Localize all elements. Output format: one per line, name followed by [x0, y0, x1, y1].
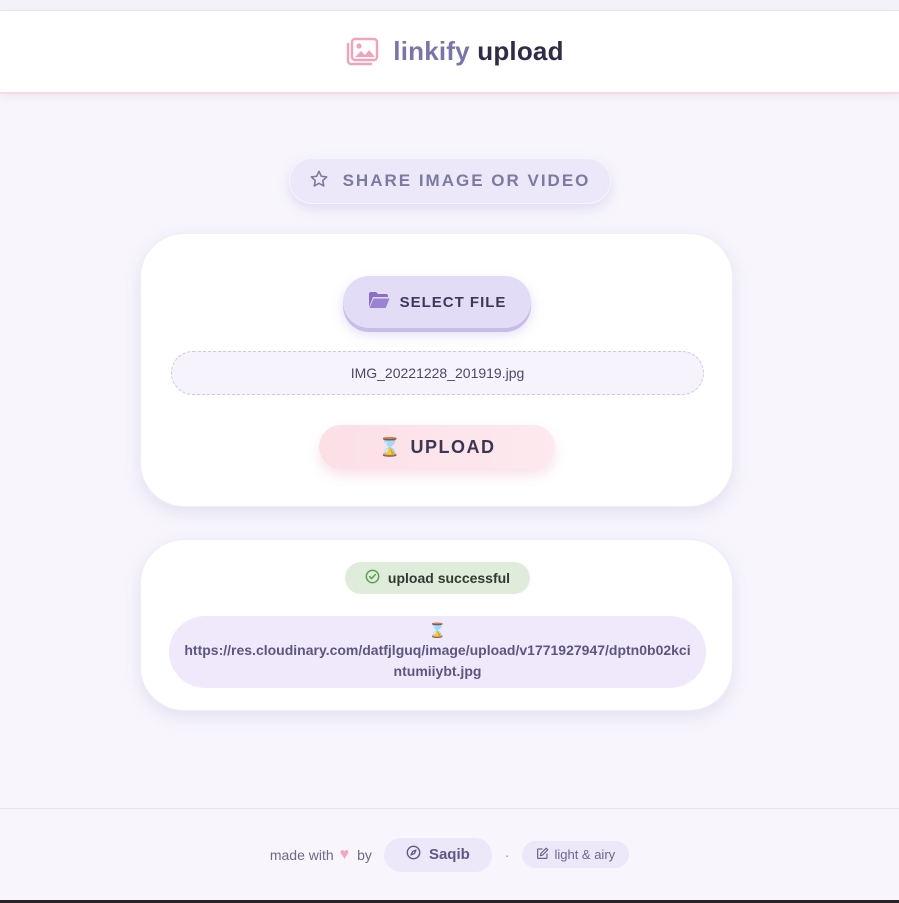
heart-icon: ♥: [339, 845, 350, 863]
edit-icon: [536, 847, 549, 863]
upload-label: UPLOAD: [410, 436, 496, 457]
brand-primary: linkify: [393, 36, 470, 66]
status-text: upload successful: [387, 570, 511, 586]
select-file-label: SELECT FILE: [399, 293, 507, 311]
uploaded-link[interactable]: ⌛ https://res.cloudinary.com/datfjlguq/i…: [169, 616, 706, 688]
author-name: Saqib: [428, 846, 470, 863]
brand-secondary: upload: [477, 36, 564, 66]
file-name-field[interactable]: IMG_20221228_201919.jpg: [171, 351, 704, 395]
result-card: upload successful ⌛ https://res.cloudina…: [140, 539, 733, 711]
check-circle-icon: [365, 569, 380, 587]
made-with-text: made with: [269, 846, 334, 863]
author-link[interactable]: Saqib: [383, 837, 492, 872]
compass-icon: [406, 845, 421, 864]
upload-card: SELECT FILE IMG_20221228_201919.jpg ⌛ UP…: [140, 233, 733, 507]
status-badge: upload successful: [345, 562, 530, 594]
app-header: linkify upload: [0, 11, 899, 94]
brand[interactable]: linkify upload: [345, 36, 563, 67]
hourglass-icon: ⌛: [378, 436, 403, 458]
hero-wrap: SHARE IMAGE OR VIDEO: [0, 158, 899, 204]
hourglass-icon: ⌛: [428, 623, 447, 639]
upload-button[interactable]: ⌛ UPLOAD: [319, 425, 555, 469]
star-icon: [309, 169, 329, 194]
share-label: SHARE IMAGE OR VIDEO: [342, 171, 591, 190]
footer-separator: ·: [504, 846, 510, 863]
footer: made with ♥ by Saqib · light & airy: [0, 808, 899, 900]
select-file-button[interactable]: SELECT FILE: [343, 276, 531, 328]
link-url[interactable]: https://res.cloudinary.com/datfjlguq/ima…: [181, 640, 694, 682]
app-title: linkify upload: [393, 36, 563, 67]
by-text: by: [357, 846, 372, 863]
share-label-pill: SHARE IMAGE OR VIDEO: [288, 158, 611, 204]
folder-open-icon: [368, 291, 390, 313]
file-name: IMG_20221228_201919.jpg: [350, 365, 525, 381]
top-strip: [0, 0, 899, 11]
images-icon: [345, 37, 379, 67]
theme-link[interactable]: light & airy: [522, 841, 630, 868]
theme-label: light & airy: [554, 847, 616, 862]
